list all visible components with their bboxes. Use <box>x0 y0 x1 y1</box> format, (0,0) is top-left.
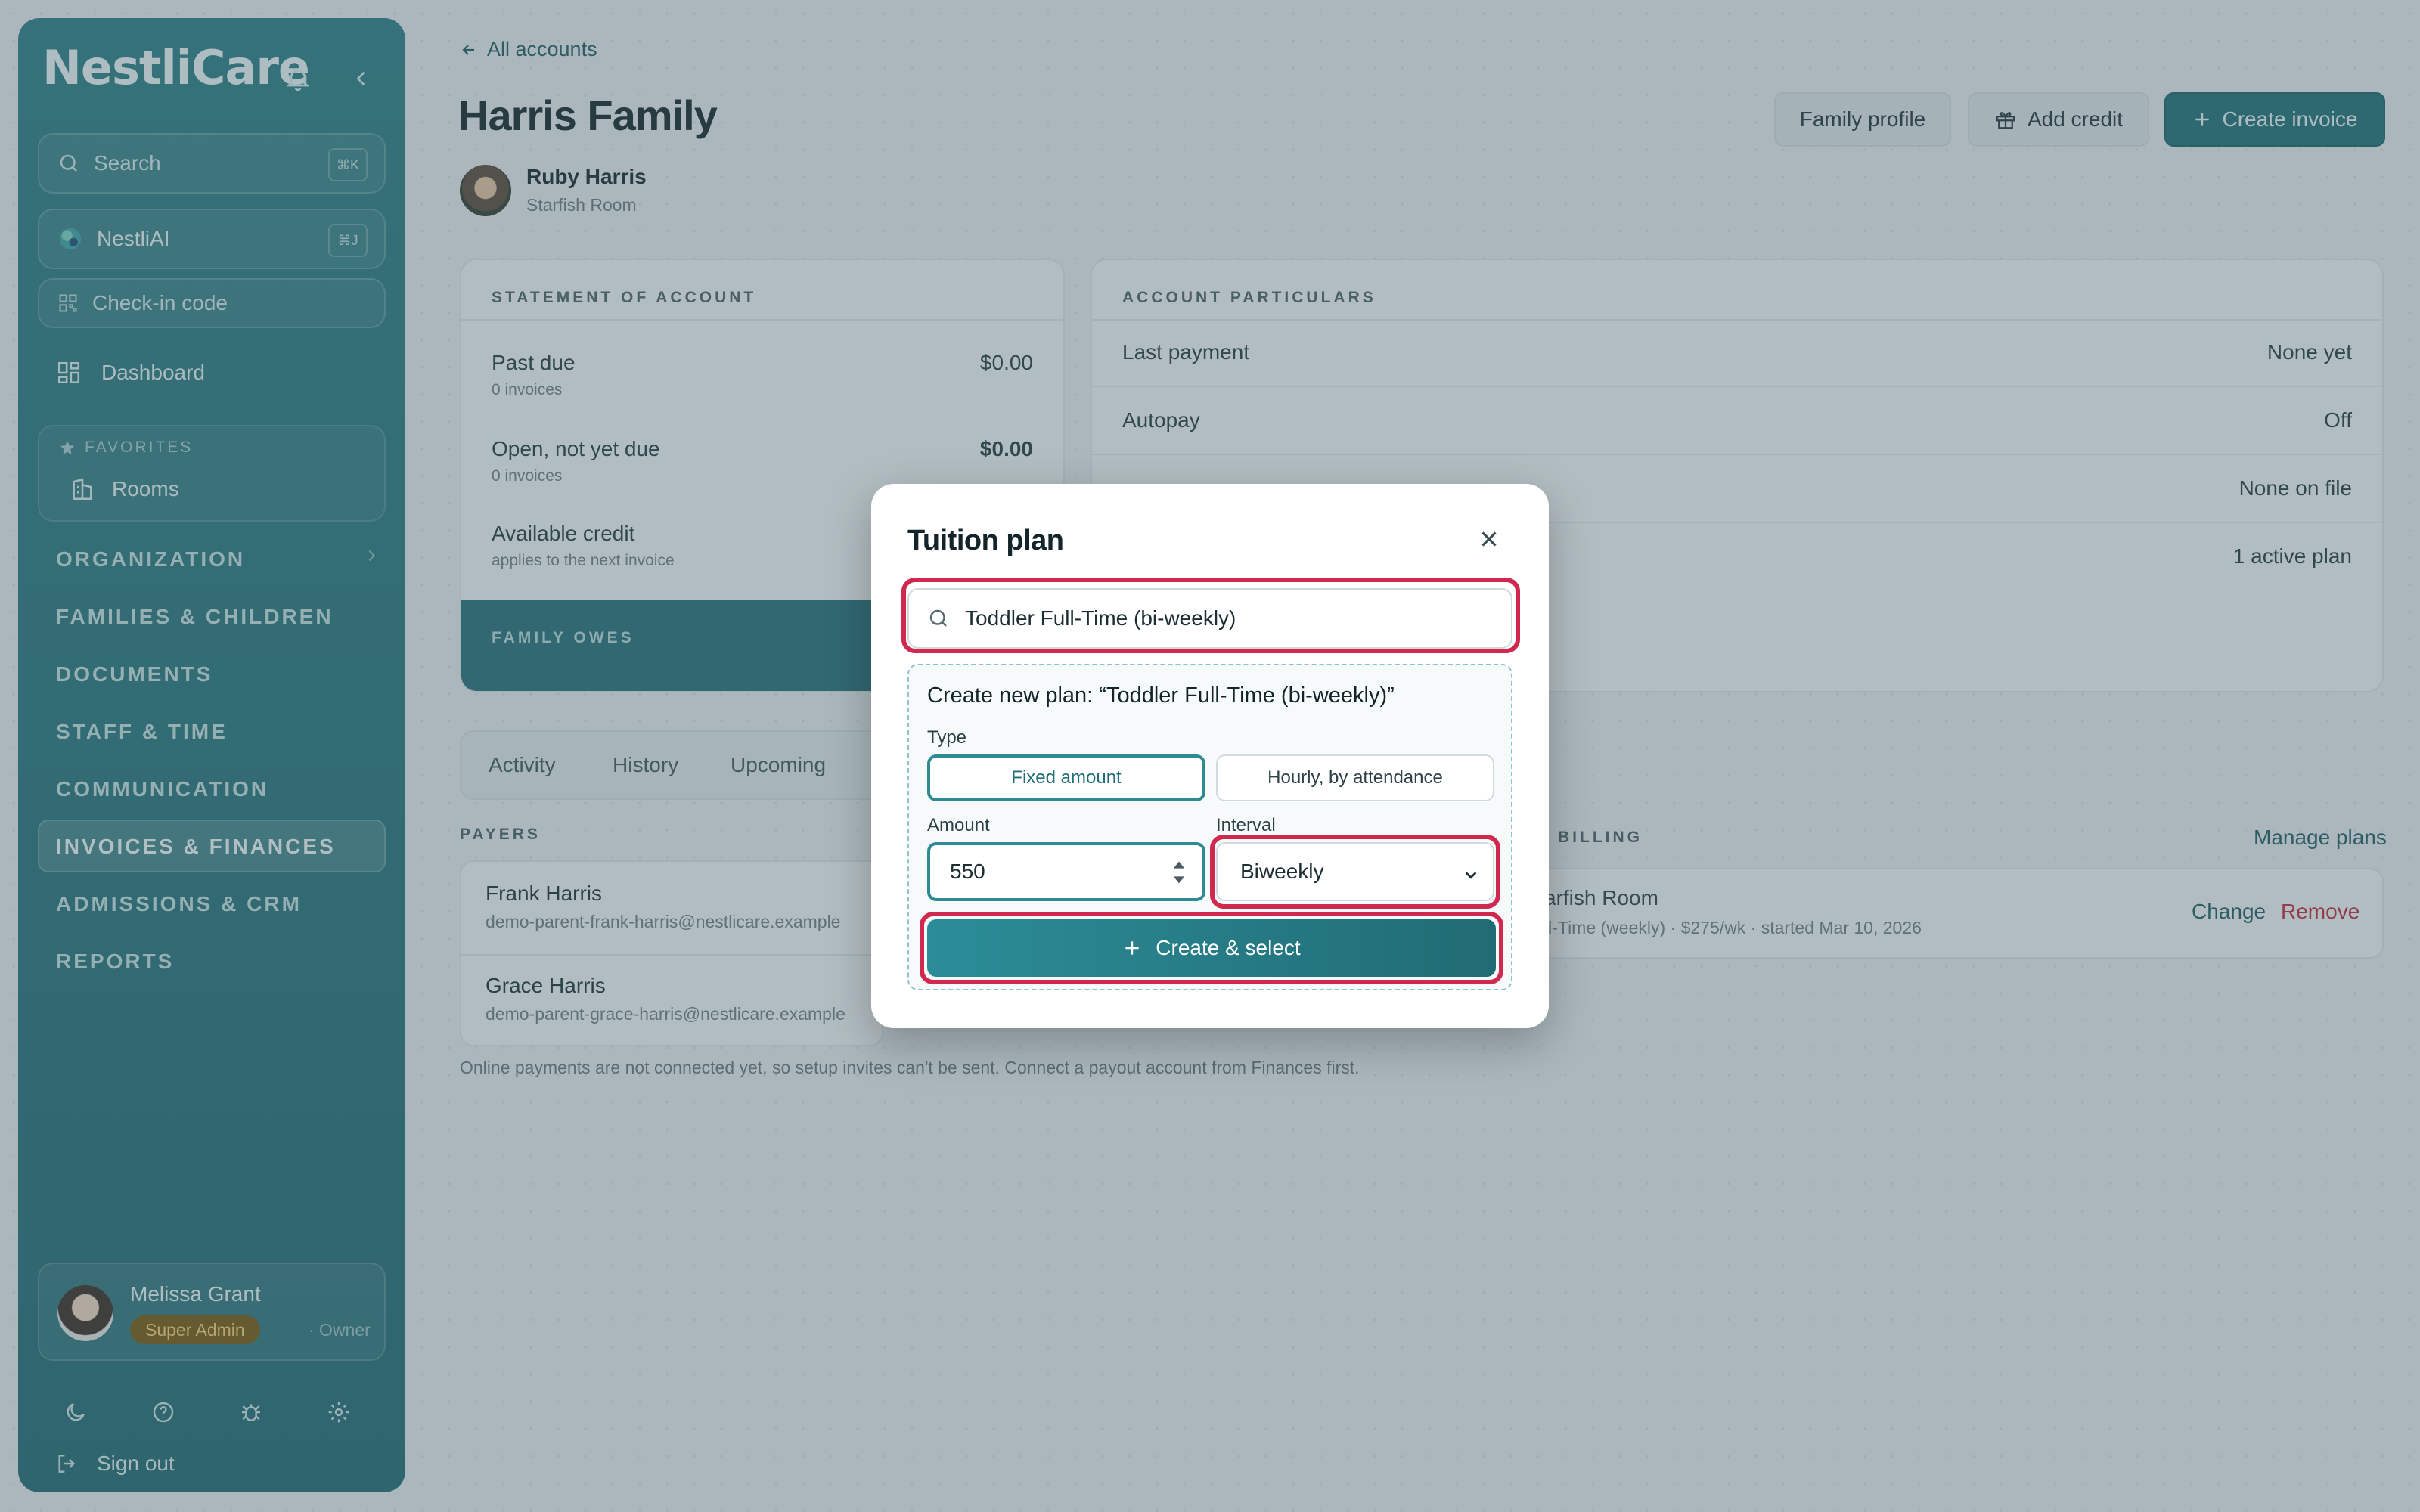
type-hourly[interactable]: Hourly, by attendance <box>1216 754 1494 801</box>
create-and-select-button[interactable]: Create & select <box>927 919 1496 977</box>
plan-search-field[interactable] <box>908 588 1512 649</box>
stepper-icon[interactable] <box>1171 859 1187 891</box>
plus-icon <box>1125 941 1139 955</box>
tuition-plan-dialog: Tuition plan Create new plan: “Toddler F… <box>871 484 1549 1028</box>
amount-input[interactable]: 550 <box>927 842 1205 901</box>
interval-select[interactable]: Biweekly <box>1216 842 1494 901</box>
amount-value: 550 <box>950 860 985 883</box>
chevron-down-icon <box>1465 872 1477 879</box>
interval-label: Interval <box>1216 815 1276 835</box>
amount-label: Amount <box>927 815 990 835</box>
type-label: Type <box>927 727 967 748</box>
close-icon[interactable] <box>1476 526 1502 556</box>
dialog-title: Tuition plan <box>908 525 1064 556</box>
create-and-select-label: Create & select <box>1156 936 1301 959</box>
plan-search-input[interactable] <box>965 606 1494 631</box>
new-plan-title: Create new plan: “Toddler Full-Time (bi-… <box>927 683 1395 708</box>
type-fixed-amount[interactable]: Fixed amount <box>927 754 1205 801</box>
create-plan-panel: Create new plan: “Toddler Full-Time (bi-… <box>908 664 1512 990</box>
interval-value: Biweekly <box>1240 860 1324 883</box>
search-icon <box>929 609 947 627</box>
